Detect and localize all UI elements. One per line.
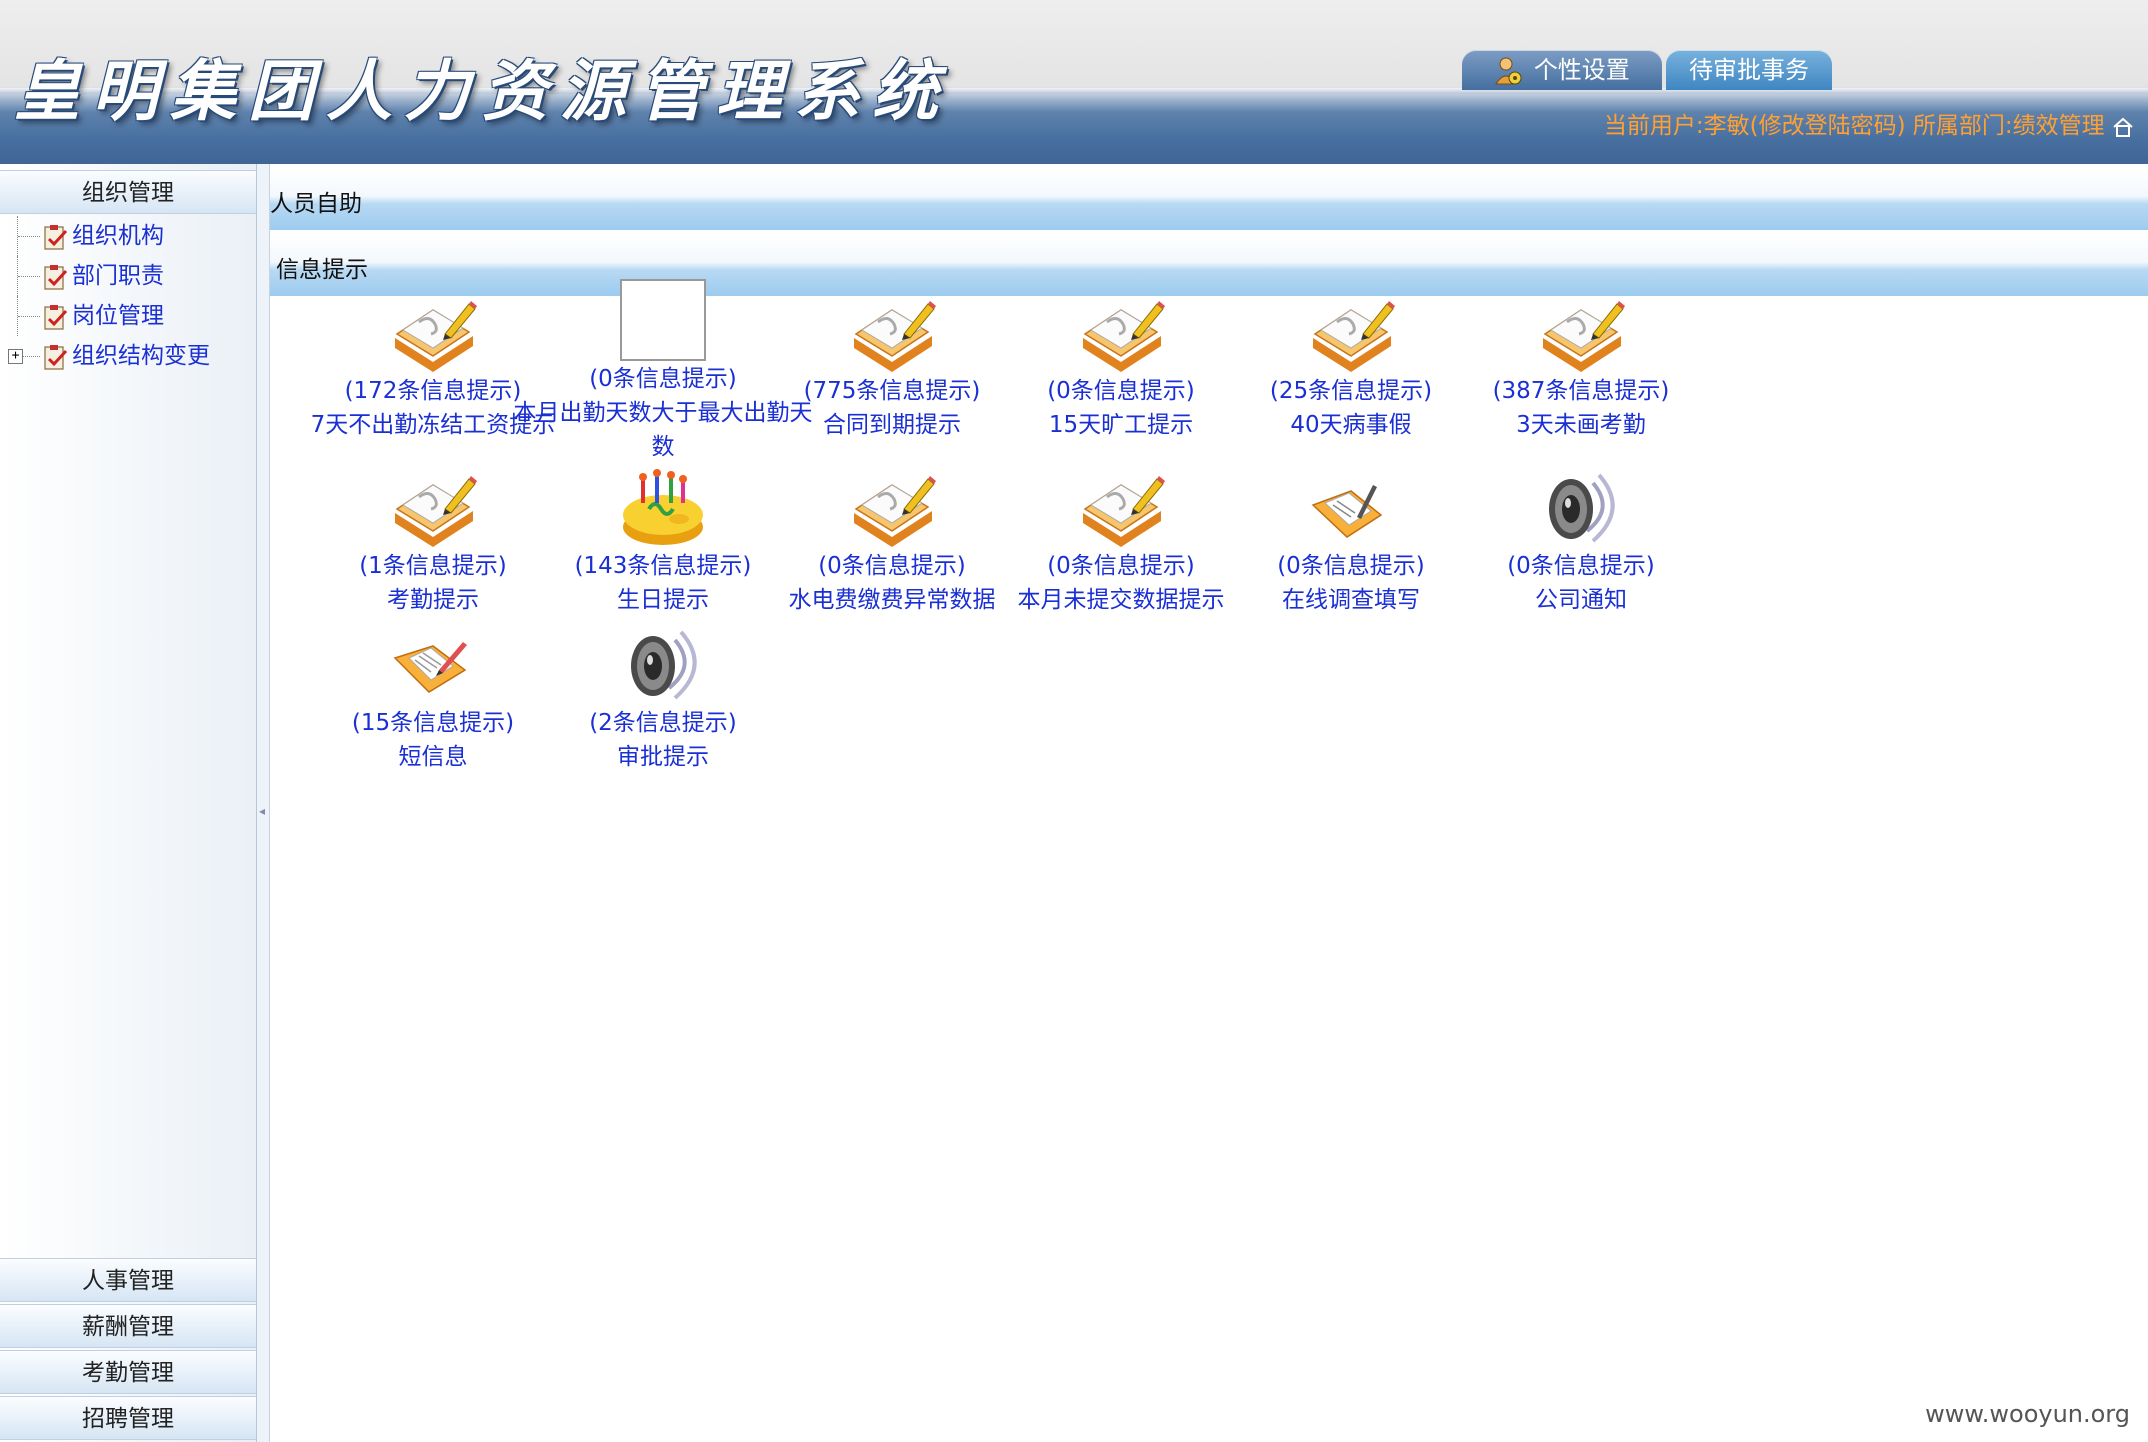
sidebar-item-label: 部门职责: [72, 263, 164, 289]
header-banner: 皇明集团人力资源管理系统 个性设置 待审批事务 当前用户:李敏(修改登陆密码) …: [0, 0, 2148, 164]
notice-label[interactable]: 审批提示: [513, 740, 813, 774]
sidebar: 组织管理 组织机构 部门职责 岗位管理 + 组织结构变更 人事管理 薪酬管理 考…: [0, 164, 257, 1442]
clipboard-check-icon: [44, 305, 68, 330]
clipboard-check-icon: [44, 345, 68, 370]
tab-pending-approvals[interactable]: 待审批事务: [1666, 50, 1832, 90]
sidebar-item-label: 组织机构: [72, 223, 164, 249]
notice-tile[interactable]: (0条信息提示) 公司通知: [1431, 469, 1731, 617]
clipboard-check-icon: [44, 225, 68, 250]
section-title: 信息提示: [276, 257, 368, 283]
sidebar-section-attendance[interactable]: 考勤管理: [0, 1350, 256, 1394]
tab-pending-approvals-label: 待审批事务: [1689, 56, 1809, 84]
sidebar-item-org-change[interactable]: + 组织结构变更: [0, 336, 256, 376]
tree-connector: [18, 276, 40, 277]
tree-connector: [18, 316, 40, 317]
notice-tile[interactable]: (387条信息提示) 3天未画考勤: [1431, 294, 1731, 442]
speaker-icon[interactable]: [513, 626, 813, 706]
sidebar-section-label: 招聘管理: [82, 1406, 174, 1432]
sidebar-section-recruitment[interactable]: 招聘管理: [0, 1396, 256, 1440]
notebook-pencil-icon[interactable]: [1431, 294, 1731, 374]
notice-label[interactable]: 公司通知: [1431, 583, 1731, 617]
notice-count[interactable]: (387条信息提示): [1431, 374, 1731, 408]
sidebar-section-personnel[interactable]: 人事管理: [0, 1258, 256, 1302]
notice-count[interactable]: (2条信息提示): [513, 706, 813, 740]
tree-expand-toggle[interactable]: +: [8, 349, 23, 364]
sidebar-section-payroll[interactable]: 薪酬管理: [0, 1304, 256, 1348]
sidebar-section-label: 考勤管理: [82, 1360, 174, 1386]
sidebar-item-label: 岗位管理: [72, 303, 164, 329]
tree-connector: [18, 236, 40, 237]
sidebar-tree: 组织机构 部门职责 岗位管理 + 组织结构变更: [0, 216, 256, 376]
sidebar-splitter[interactable]: ◂: [257, 164, 270, 1442]
app-title: 皇明集团人力资源管理系统: [14, 52, 950, 130]
watermark: www.wooyun.org: [1925, 1400, 2130, 1428]
sidebar-section-label: 人事管理: [82, 1268, 174, 1294]
section-title: 人员自助: [270, 191, 362, 217]
notice-label[interactable]: 3天未画考勤: [1431, 408, 1731, 442]
tab-personal-settings-label: 个性设置: [1533, 56, 1630, 84]
sidebar-item-dept-duties[interactable]: 部门职责: [0, 256, 256, 296]
notice-tile[interactable]: (2条信息提示) 审批提示: [513, 626, 813, 774]
user-settings-icon: [1495, 57, 1522, 85]
sidebar-item-label: 组织结构变更: [72, 343, 210, 369]
sidebar-item-org-structure[interactable]: 组织机构: [0, 216, 256, 256]
tab-personal-settings[interactable]: 个性设置: [1462, 50, 1662, 90]
clipboard-check-icon: [44, 265, 68, 290]
collapse-arrow-icon[interactable]: ◂: [259, 804, 265, 818]
home-icon[interactable]: [2112, 116, 2134, 138]
speaker-icon[interactable]: [1431, 469, 1731, 549]
user-info[interactable]: 当前用户:李敏(修改登陆密码) 所属部门:绩效管理: [1604, 106, 2134, 140]
notice-count[interactable]: (0条信息提示): [1431, 549, 1731, 583]
sidebar-section-org[interactable]: 组织管理: [0, 170, 256, 214]
user-info-text[interactable]: 当前用户:李敏(修改登陆密码) 所属部门:绩效管理: [1604, 113, 2105, 139]
main-content: 人员自助 信息提示 (172条信息提示) 7天不出勤冻结工资提示 (0条信息提示)…: [270, 164, 2148, 1442]
sidebar-section-org-label: 组织管理: [82, 180, 174, 206]
section-self-service: 人员自助: [270, 168, 2148, 230]
tree-connector: [23, 356, 40, 357]
sidebar-section-label: 薪酬管理: [82, 1314, 174, 1340]
sidebar-item-position-mgmt[interactable]: 岗位管理: [0, 296, 256, 336]
